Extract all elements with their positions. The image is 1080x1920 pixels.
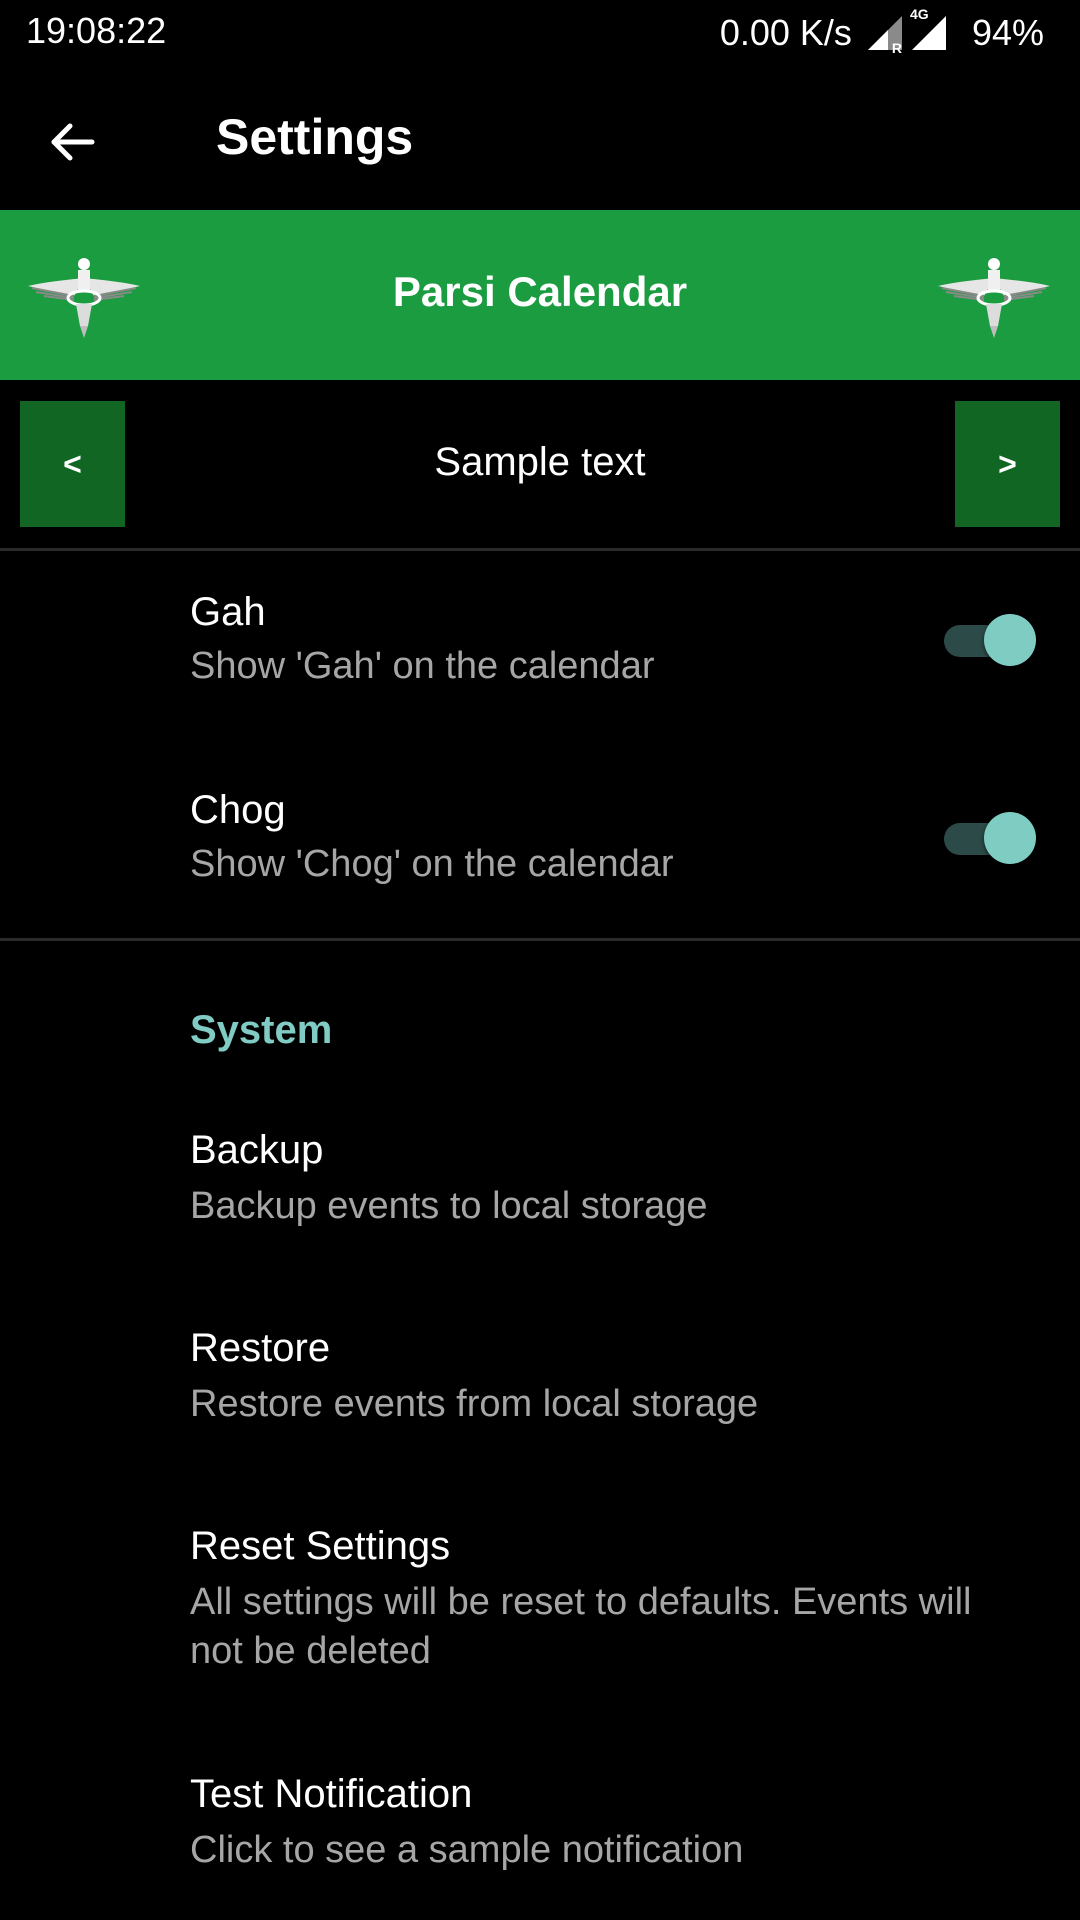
pref-title: Chog — [190, 788, 286, 832]
battery-level: 94% — [971, 12, 1044, 53]
pref-summary: Backup events to local storage — [190, 1185, 708, 1227]
pref-summary: Click to see a sample notification — [190, 1829, 744, 1871]
pref-title: Restore — [190, 1326, 331, 1370]
sim2-network-tag: 4G — [909, 6, 929, 22]
pref-reset-settings[interactable]: Reset Settings All settings will be rese… — [0, 1496, 1080, 1744]
pref-summary: Restore events from local storage — [190, 1383, 759, 1425]
pref-title: Backup — [190, 1128, 324, 1172]
app-bar: Settings — [0, 66, 1080, 210]
arrow-left-icon — [51, 123, 95, 161]
chog-toggle[interactable] — [944, 812, 1036, 864]
status-bar: 19:08:22 0.00 K/s R 4G 94% — [0, 0, 1080, 66]
pref-test-notification[interactable]: Test Notification Click to see a sample … — [0, 1744, 1080, 1920]
signal-sim1-icon: R — [866, 14, 904, 56]
gah-toggle[interactable] — [944, 614, 1036, 666]
status-time: 19:08:22 — [26, 10, 167, 51]
pref-summary: All settings will be reset to defaults. … — [190, 1581, 972, 1672]
next-button[interactable]: > — [955, 401, 1060, 527]
pref-backup[interactable]: Backup Backup events to local storage — [0, 1100, 1080, 1298]
status-icons: 0.00 K/s R 4G 94% — [719, 6, 1044, 56]
pref-summary: Show 'Chog' on the calendar — [190, 843, 674, 885]
faravahar-icon — [938, 258, 1050, 338]
section-divider — [0, 938, 1080, 941]
pref-title: Gah — [190, 590, 266, 634]
pref-title: Test Notification — [190, 1772, 473, 1816]
toggle-thumb — [984, 614, 1036, 666]
page-title: Settings — [216, 109, 414, 165]
toggle-thumb — [984, 812, 1036, 864]
pref-summary: Show 'Gah' on the calendar — [190, 645, 655, 687]
sample-text: Sample text — [434, 440, 646, 484]
banner-title: Parsi Calendar — [392, 268, 688, 315]
calendar-banner: Parsi Calendar — [0, 210, 1080, 380]
pref-title: Reset Settings — [190, 1524, 451, 1568]
pref-chog[interactable]: Chog Show 'Chog' on the calendar — [0, 746, 1080, 938]
pref-restore[interactable]: Restore Restore events from local storag… — [0, 1298, 1080, 1496]
network-speed: 0.00 K/s — [719, 12, 852, 53]
sim1-roaming-tag: R — [891, 40, 902, 56]
category-header-system: System — [190, 1008, 333, 1052]
back-button[interactable] — [36, 106, 108, 178]
sample-navigator: < Sample text > — [0, 380, 1080, 551]
pref-gah[interactable]: Gah Show 'Gah' on the calendar — [0, 548, 1080, 746]
signal-sim2-icon: 4G — [910, 6, 948, 52]
